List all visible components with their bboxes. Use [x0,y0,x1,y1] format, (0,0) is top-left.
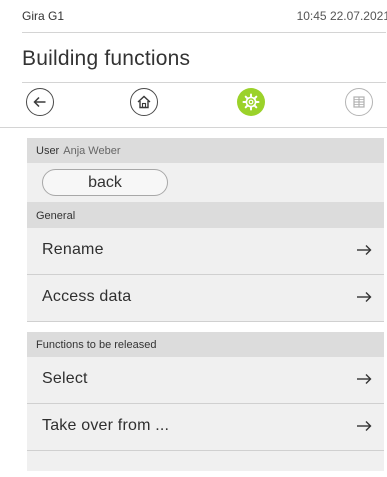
status-bar: Gira G1 10:45 22.07.2021 [0,0,387,30]
grid-icon [351,94,367,110]
list-item-rename[interactable]: Rename [27,228,384,275]
page-title: Building functions [22,47,191,70]
list-item-access-data[interactable]: Access data [27,275,384,322]
back-button[interactable]: back [42,169,168,196]
gear-icon [242,93,260,111]
nav-bar [0,88,387,124]
list-item-label: Access data [42,288,132,305]
arrow-right-icon [356,290,372,304]
functions-section-title: Functions to be released [36,338,157,351]
title-divider [22,82,386,83]
settings-nav-button[interactable] [237,88,265,116]
back-row: back [27,163,384,203]
list-item-take-over[interactable]: Take over from ... [27,404,384,451]
device-name: Gira G1 [22,9,65,23]
general-section-header: General [27,203,384,228]
list-item-partial [27,451,384,471]
status-divider [22,32,386,33]
back-nav-button[interactable] [26,88,54,116]
home-nav-button[interactable] [130,88,158,116]
nav-divider [0,127,387,128]
arrow-right-icon [356,372,372,386]
section-spacer [27,322,384,332]
home-icon [136,94,152,110]
arrow-right-icon [356,419,372,433]
grid-nav-button[interactable] [345,88,373,116]
list-item-label: Select [42,370,88,387]
functions-section-header: Functions to be released [27,332,384,357]
arrow-right-icon [356,243,372,257]
datetime: 10:45 22.07.2021 [296,9,387,23]
list-item-select[interactable]: Select [27,357,384,404]
list-item-label: Take over from ... [42,417,170,434]
arrow-left-icon [32,94,48,110]
user-section-header: User Anja Weber [27,138,384,163]
content-panel: User Anja Weber back General Rename Acce… [27,138,384,471]
list-item-label: Rename [42,241,104,258]
user-label: User [36,144,60,157]
general-section-title: General [36,209,76,222]
user-name: Anja Weber [63,144,121,157]
